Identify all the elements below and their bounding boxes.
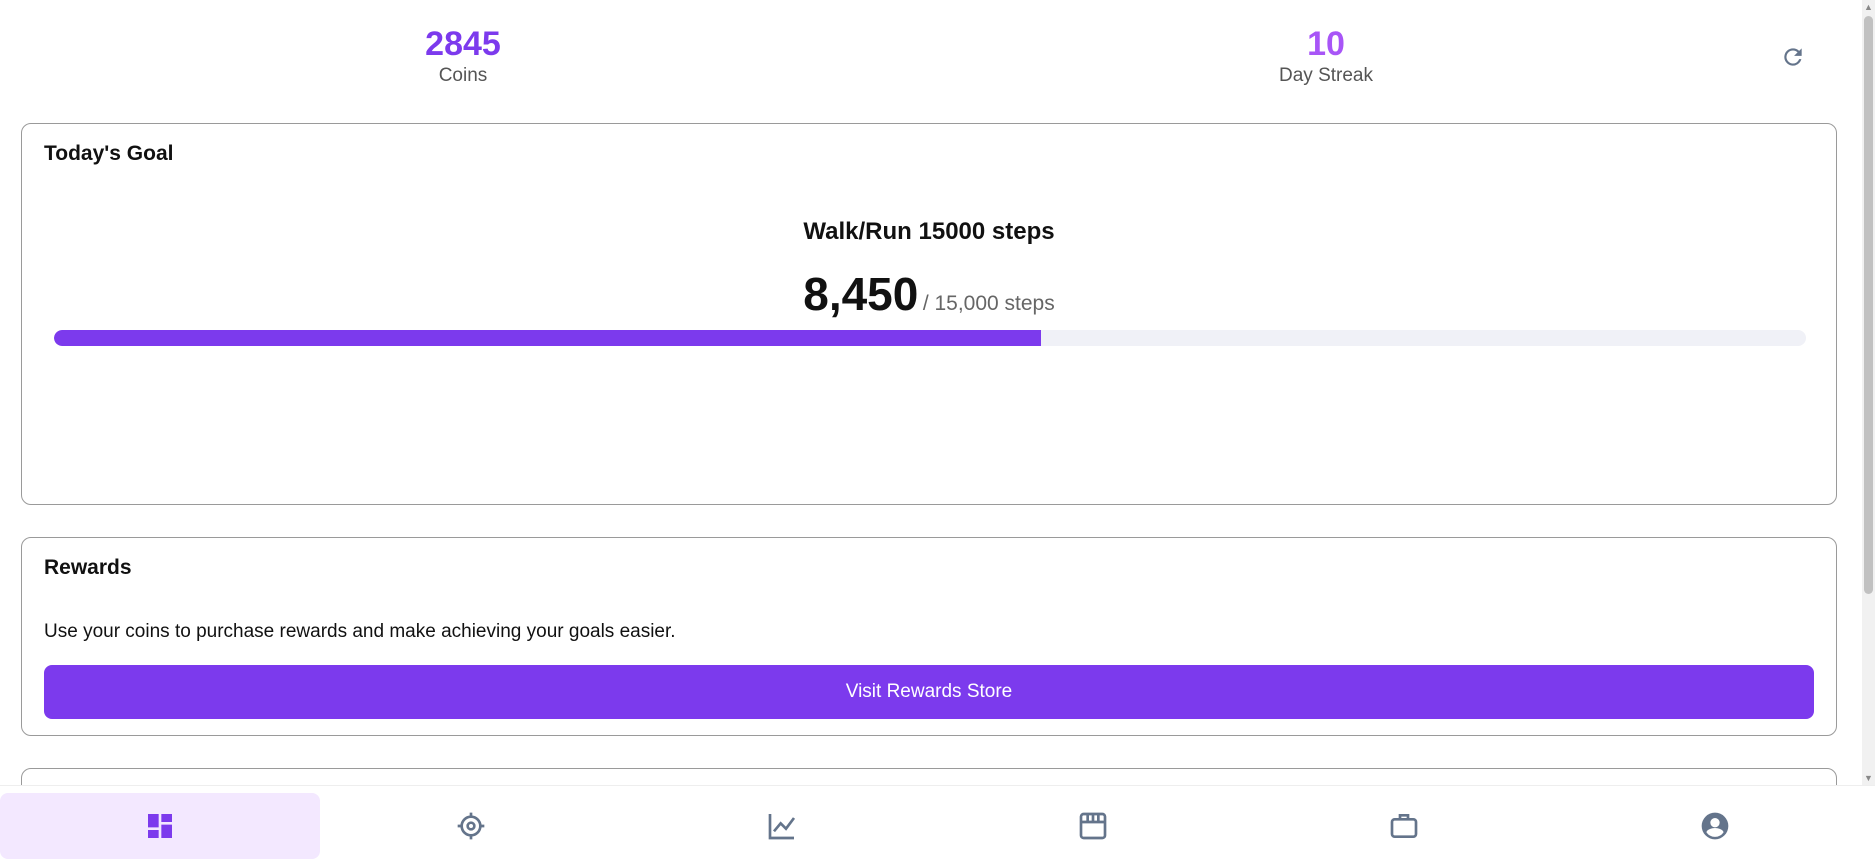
goal-progress-bar [54, 330, 1806, 346]
rewards-description: Use your coins to purchase rewards and m… [44, 621, 676, 642]
goal-current-steps: 8,450 [803, 268, 919, 320]
visit-rewards-store-button[interactable]: Visit Rewards Store [44, 665, 1814, 719]
goal-count: 8,450 / 15,000 steps [22, 267, 1836, 321]
nav-goals[interactable] [311, 793, 631, 859]
crosshair-icon [457, 812, 485, 840]
nav-inventory[interactable] [1244, 793, 1564, 859]
nav-store[interactable] [933, 793, 1253, 859]
goal-progress-fill [54, 330, 1041, 346]
bottom-nav [0, 785, 1875, 866]
store-icon [1079, 812, 1107, 840]
rewards-card-title: Rewards [44, 556, 132, 579]
refresh-icon [1784, 48, 1802, 66]
nav-profile[interactable] [1555, 793, 1875, 859]
coins-stat: 2845 Coins [313, 24, 613, 88]
nav-dashboard[interactable] [0, 793, 320, 859]
account-circle-icon [1701, 812, 1729, 840]
briefcase-icon [1390, 814, 1418, 838]
next-card [21, 768, 1837, 785]
goal-card-title: Today's Goal [44, 142, 174, 165]
coins-label: Coins [438, 65, 488, 86]
scroll-down-arrow-icon[interactable]: ▼ [1862, 771, 1875, 785]
streak-value: 10 [1307, 25, 1345, 63]
dashboard-icon [148, 814, 172, 838]
nav-stats[interactable] [622, 793, 942, 859]
rewards-card: Rewards Use your coins to purchase rewar… [21, 537, 1837, 736]
scroll-thumb[interactable] [1864, 16, 1873, 594]
main-content: 2845 Coins 10 Day Streak Today's Goal Wa… [0, 0, 1862, 785]
refresh-button[interactable] [1776, 40, 1810, 74]
todays-goal-card: Today's Goal Walk/Run 15000 steps 8,450 … [21, 123, 1837, 505]
goal-name: Walk/Run 15000 steps [803, 218, 1055, 245]
streak-label: Day Streak [1279, 65, 1373, 86]
coins-value: 2845 [425, 25, 501, 63]
vertical-scrollbar[interactable]: ▲ ▼ [1862, 0, 1875, 785]
chart-icon [768, 814, 796, 840]
streak-stat: 10 Day Streak [1176, 24, 1476, 88]
goal-total-steps: / 15,000 steps [922, 292, 1055, 315]
scroll-up-arrow-icon[interactable]: ▲ [1862, 0, 1875, 14]
